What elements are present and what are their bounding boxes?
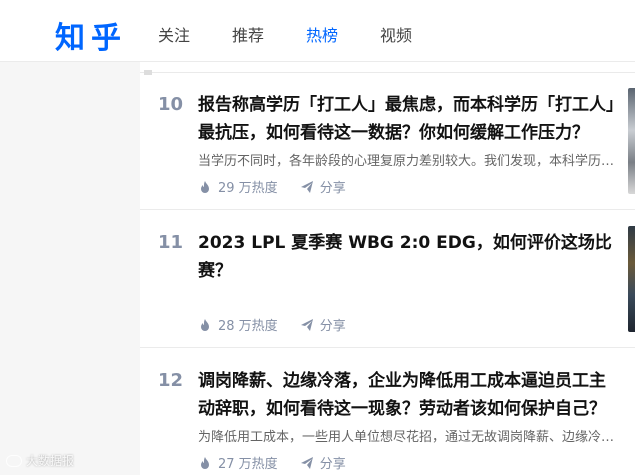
paper-plane-icon <box>300 180 313 193</box>
top-nav: 关注 推荐 热榜 视频 <box>158 0 454 62</box>
watermark-icon <box>6 454 22 467</box>
share-button[interactable]: 分享 <box>300 315 346 334</box>
hot-item-excerpt[interactable]: 当学历不同时，各年龄段的心理复原力差别较大。我们发现，本科学历的打工人心理复原力… <box>198 150 618 169</box>
paper-plane-icon <box>300 318 313 331</box>
hot-item-thumbnail[interactable] <box>628 88 635 194</box>
share-label: 分享 <box>319 319 346 334</box>
hot-item-meta: 29 万热度 分享 <box>198 177 346 196</box>
hot-rank: 10 <box>158 94 184 115</box>
divider <box>140 347 635 348</box>
hot-item-excerpt[interactable]: 为降低用工成本，一些用人单位想尽花招，通过无故调岗降薪、边缘冷落等方式逼迫员工…… <box>198 426 618 445</box>
hot-item-title[interactable]: 报告称高学历「打工人」最焦虑，而本科学历「打工人」最抗压，如何看待这一数据？你如… <box>198 91 618 147</box>
app-header: 知乎 关注 推荐 热榜 视频 <box>0 0 635 62</box>
share-button[interactable]: 分享 <box>300 453 346 472</box>
watermark-text: 大数据报 <box>26 454 75 468</box>
hot-rank: 11 <box>158 232 184 253</box>
heat-indicator: 29 万热度 <box>198 177 278 196</box>
tab-follow[interactable]: 关注 <box>158 0 190 62</box>
hot-item-title[interactable]: 调岗降薪、边缘冷落，企业为降低用工成本逼迫员工主动辞职，如何看待这一现象？劳动者… <box>198 367 618 423</box>
heat-text: 28 万热度 <box>218 319 278 334</box>
heat-text: 27 万热度 <box>218 457 278 472</box>
hot-item-meta: 27 万热度 分享 <box>198 453 346 472</box>
hot-item-meta: 28 万热度 分享 <box>198 315 346 334</box>
flame-icon <box>201 180 209 193</box>
hot-rank: 12 <box>158 370 184 391</box>
paper-plane-icon <box>300 456 313 469</box>
divider <box>140 209 635 210</box>
tab-recommend[interactable]: 推荐 <box>232 0 264 62</box>
flame-icon <box>201 318 209 331</box>
hot-list-feed: 10 报告称高学历「打工人」最焦虑，而本科学历「打工人」最抗压，如何看待这一数据… <box>140 62 635 475</box>
hot-item-title[interactable]: 2023 LPL 夏季赛 WBG 2:0 EDG，如何评价这场比赛？ <box>198 229 618 285</box>
zhihu-logo[interactable]: 知乎 <box>55 13 127 57</box>
divider <box>140 70 635 75</box>
flame-icon <box>201 456 209 469</box>
share-button[interactable]: 分享 <box>300 177 346 196</box>
heat-indicator: 27 万热度 <box>198 453 278 472</box>
hot-item-thumbnail[interactable] <box>628 226 635 332</box>
share-label: 分享 <box>319 181 346 196</box>
heat-text: 29 万热度 <box>218 181 278 196</box>
share-label: 分享 <box>319 457 346 472</box>
watermark: 大数据报 <box>6 452 74 469</box>
heat-indicator: 28 万热度 <box>198 315 278 334</box>
tab-video[interactable]: 视频 <box>380 0 412 62</box>
tab-hot-list[interactable]: 热榜 <box>306 0 338 62</box>
